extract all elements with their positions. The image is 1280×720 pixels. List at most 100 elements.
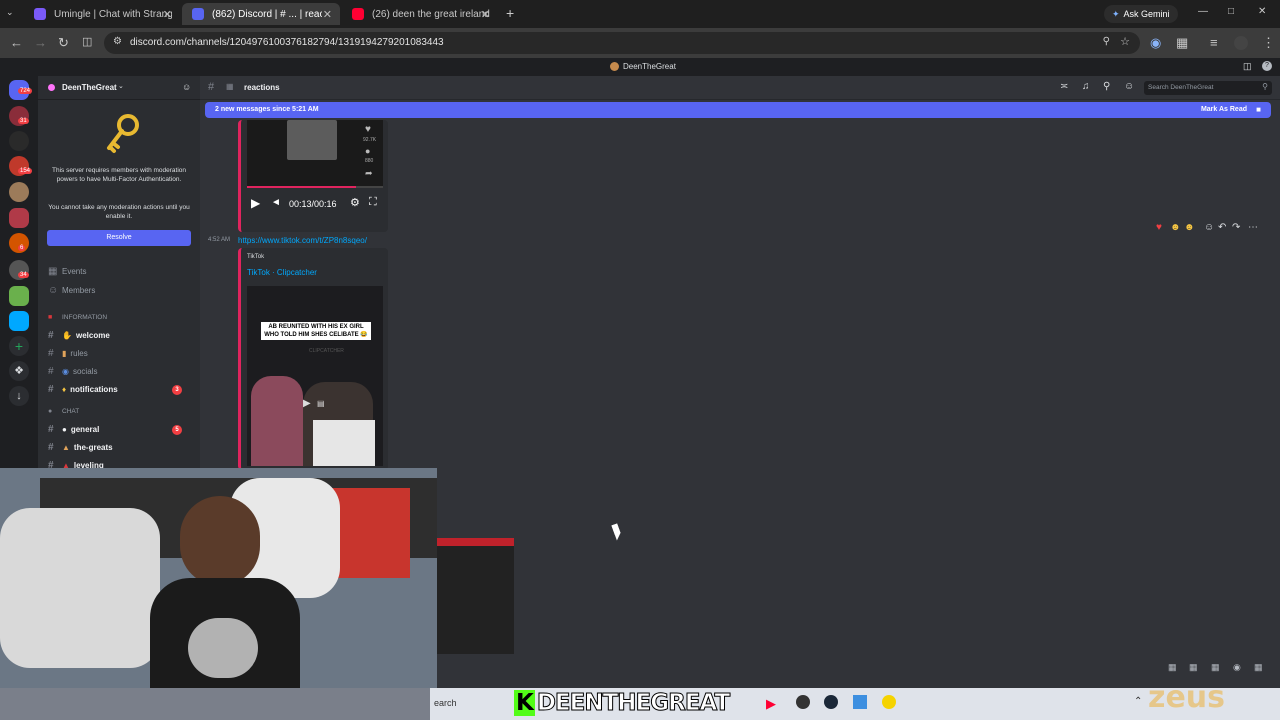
extension-icon[interactable]: ◉ [1150,35,1161,51]
reaction-heart-icon[interactable]: ♥ [1156,222,1162,233]
fullscreen-icon[interactable]: ⛶ [369,196,377,209]
webcam-shirt-graphic [188,618,258,678]
tiktok-video-thumbnail[interactable]: AB REUNITED WITH HIS EX GIRL WHO TOLD HI… [247,286,383,466]
close-tab-icon[interactable]: ✕ [481,8,490,21]
new-messages-bar[interactable]: 2 new messages since 5:21 AM Mark As Rea… [205,102,1271,118]
progress-bar[interactable] [247,186,383,188]
mute-bell-icon[interactable]: ♫ [1082,81,1090,92]
channel-welcome[interactable]: # ✋ welcome [48,330,110,341]
play-icon[interactable]: ▶ [303,398,311,409]
server-icon[interactable] [9,182,29,202]
maximize-button[interactable]: □ [1228,6,1234,17]
tab-youtube[interactable]: (26) deen the great ireland - Yo ✕ [342,3,498,25]
taskbar-search[interactable]: earch [434,698,457,708]
embed-title[interactable]: TikTok · Clipcatcher [247,268,317,277]
more-options-icon[interactable]: ⋯ [1248,222,1258,233]
settings-gear-icon[interactable]: ⚙ [350,196,360,209]
toolbar-icon[interactable]: ▦ [1211,662,1220,673]
video-frame [287,120,337,160]
resolve-button[interactable]: Resolve [47,230,191,246]
back-icon[interactable]: ← [10,35,23,50]
server-header[interactable]: DeenTheGreat ⌄ ☺ [38,76,200,100]
help-icon[interactable]: ? [1262,61,1272,71]
calendar-icon: ▦ [48,266,58,277]
channel-general[interactable]: # ● general 5 [48,424,190,435]
discord-favicon-icon [192,8,204,20]
mark-as-read-button[interactable]: Mark As Read [1201,106,1247,113]
sidebar-toggle-icon[interactable]: ◫ [82,35,92,48]
nav-members[interactable]: ☺ Members [48,285,95,296]
reply-icon[interactable]: ↶ [1218,222,1226,233]
search-icon: ⚲ [1262,82,1268,91]
reaction-laugh-icon[interactable]: ☻ [1184,222,1195,233]
server-icon[interactable] [9,131,29,151]
channel-notifications[interactable]: # ♦ notifications 3 [48,384,190,395]
video-time: 00:13/00:16 [289,199,337,209]
toolbar-icon[interactable]: ◉ [1233,662,1241,673]
forward-icon[interactable]: ↷ [1232,222,1240,233]
discover-compass-icon[interactable]: ❖ [9,361,29,381]
norton-icon[interactable] [882,695,896,709]
close-window-button[interactable]: ✕ [1258,6,1266,17]
reload-icon[interactable]: ↻ [58,35,69,51]
toolbar-icon[interactable]: ▦ [1189,662,1198,673]
server-icon-active[interactable] [9,208,29,228]
nav-events[interactable]: ▦ Events [48,266,86,277]
app-icon[interactable] [853,695,867,709]
video-controls: ▶ ◄ 00:13/00:16 ⚙ ⛶ [247,196,383,212]
threads-icon[interactable]: ≍ [1060,81,1068,92]
tray-chevron-icon[interactable]: ⌃ [1134,696,1142,707]
obs-icon[interactable] [796,695,810,709]
add-server-icon[interactable]: + [9,336,29,356]
close-tab-icon[interactable]: ✕ [323,8,332,21]
comment-icon[interactable]: ● [365,146,370,156]
invite-user-icon[interactable]: ☺ [182,82,191,92]
pin-icon[interactable]: ⚲ [1103,81,1110,92]
zoom-icon[interactable]: ⚲ [1103,36,1110,47]
steam-icon[interactable] [824,695,838,709]
browser-menu-icon[interactable]: ⋮ [1262,35,1275,51]
tab-umingle[interactable]: Umingle | Chat with Strangers I ✕ [24,3,180,25]
site-info-icon[interactable]: ⚙ [113,36,122,47]
share-icon[interactable]: ➦ [365,168,373,179]
category-information[interactable]: ■ INFORMATION [48,314,107,321]
add-reaction-icon[interactable]: ☺ [1204,222,1214,233]
bell-emoji-icon: ♦ [62,385,67,394]
play-icon[interactable]: ▶ [251,196,260,210]
extensions-puzzle-icon[interactable]: ▦ [1176,35,1188,51]
server-icon[interactable] [9,286,29,306]
video-thumbnail[interactable]: ♥ 92.7K ● 880 ➦ [247,120,383,188]
download-icon[interactable]: ↓ [9,386,29,406]
channel-socials[interactable]: # ◉ socials [48,366,97,377]
youtube-icon[interactable]: ▶ [766,696,776,712]
channel-header: # ▦ reactions ≍ ♫ ⚲ ☺ Search DeenTheGrea… [200,76,1280,100]
server-icon[interactable] [9,311,29,331]
tab-discord[interactable]: (862) Discord | # ... | reactions ✕ [182,3,340,25]
channel-rules[interactable]: # ▮ rules [48,348,88,359]
search-input[interactable]: Search DeenTheGreat ⚲ [1144,81,1272,95]
server-badge-icon [48,84,55,91]
new-tab-button[interactable]: + [506,5,514,21]
video-embed: ♥ 92.7K ● 880 ➦ ▶ ◄ 00:13/00:16 ⚙ ⛶ [238,120,388,232]
category-chat[interactable]: ● CHAT [48,408,79,415]
forward-icon[interactable]: → [34,35,47,50]
unread-badge: 3 [172,384,182,395]
reading-list-icon[interactable]: ≡ [1210,35,1218,50]
minimize-button[interactable]: — [1198,6,1208,17]
volume-icon[interactable]: ◄ [271,197,281,208]
umingle-favicon-icon [34,8,46,20]
member-list-icon[interactable]: ☺ [1124,81,1134,92]
profile-avatar[interactable] [1234,36,1248,50]
like-heart-icon[interactable]: ♥ [365,124,371,135]
toolbar-icon[interactable]: ▦ [1254,662,1263,673]
channel-the-greats[interactable]: # ▲ the-greats [48,442,113,453]
tab-search-button[interactable]: ⌄ [6,7,14,18]
inbox-icon[interactable]: ◫ [1243,61,1252,72]
toolbar-icon[interactable]: ▦ [1168,662,1177,673]
close-tab-icon[interactable]: ✕ [163,8,172,21]
reaction-laugh-icon[interactable]: ☻ [1170,222,1181,233]
address-bar[interactable]: ⚙ discord.com/channels/12049761003761827… [104,32,1140,54]
bookmark-star-icon[interactable]: ☆ [1120,35,1130,48]
message-link[interactable]: https://www.tiktok.com/t/ZP8n8sqeo/ [238,236,367,245]
ask-gemini-button[interactable]: ✦ Ask Gemini [1104,5,1178,23]
